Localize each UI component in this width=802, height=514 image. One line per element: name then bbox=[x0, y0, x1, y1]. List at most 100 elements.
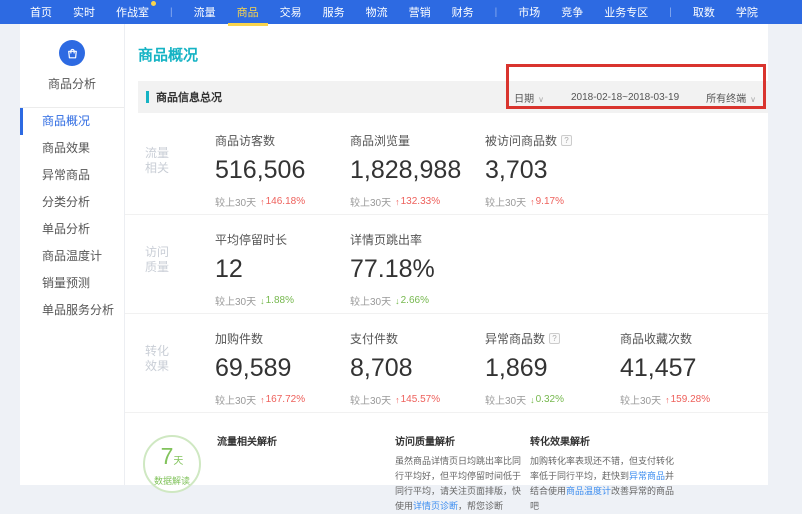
metric-compare: 较上30天 ↓2.66% bbox=[350, 293, 485, 308]
metric-value: 41,457 bbox=[620, 354, 755, 383]
group-label-conversion: 转化效果 bbox=[145, 344, 171, 412]
metric-value: 69,589 bbox=[215, 354, 350, 383]
detail-page-diagnosis-link[interactable]: 详情页诊断 bbox=[413, 501, 458, 511]
metric-label: 详情页跳出率 bbox=[350, 231, 422, 248]
metric-value: 8,708 bbox=[350, 354, 485, 383]
nav-separator: | bbox=[669, 7, 672, 18]
sidebar-item-single-product-analysis[interactable]: 单品分析 bbox=[20, 216, 124, 243]
compare-label: 较上30天 bbox=[350, 293, 391, 308]
nav-item-label: 作战室 bbox=[116, 7, 149, 19]
sidebar: 商品分析 商品概况 商品效果 异常商品 分类分析 单品分析 商品温度计 销量预测… bbox=[20, 24, 125, 485]
metric-compare: 较上30天 ↑145.57% bbox=[350, 392, 485, 407]
metric-compare: 较上30天 ↓0.32% bbox=[485, 392, 620, 407]
help-icon[interactable]: ? bbox=[561, 135, 572, 146]
sidebar-item-product-effect[interactable]: 商品效果 bbox=[20, 135, 124, 162]
sidebar-item-sales-forecast[interactable]: 销量预测 bbox=[20, 270, 124, 297]
nav-item-market[interactable]: 市场 bbox=[518, 4, 540, 20]
metric-label: 商品访客数 bbox=[215, 132, 275, 149]
product-analysis-icon bbox=[59, 40, 85, 66]
metric-cart-adds: 加购件数 69,589 较上30天 ↑167.72% bbox=[215, 330, 350, 412]
badge-unit: 天 bbox=[173, 456, 183, 467]
insight-title: 转化效果解析 bbox=[530, 433, 678, 448]
trend-up-icon: ↑ bbox=[395, 395, 400, 405]
date-range-picker[interactable]: 2018-02-18~2018-03-19 bbox=[571, 92, 679, 103]
compare-label: 较上30天 bbox=[215, 392, 256, 407]
insight-title: 流量相关解析 bbox=[217, 433, 339, 448]
compare-label: 较上30天 bbox=[620, 392, 661, 407]
trend-up-icon: ↑ bbox=[395, 197, 400, 207]
nav-item-business-zone[interactable]: 业务专区 bbox=[604, 4, 648, 20]
nav-item-marketing[interactable]: 营销 bbox=[409, 4, 431, 20]
data-interpretation-badge: 7天 数据解读 bbox=[143, 435, 201, 493]
nav-item-realtime[interactable]: 实时 bbox=[73, 4, 95, 20]
date-type-dropdown[interactable]: 日期∨ bbox=[514, 90, 544, 105]
metric-paid-items: 支付件数 8,708 较上30天 ↑145.57% bbox=[350, 330, 485, 412]
section-accent-bar bbox=[146, 91, 149, 103]
metric-label: 被访问商品数 bbox=[485, 132, 557, 149]
sidebar-item-product-overview[interactable]: 商品概况 bbox=[20, 108, 124, 135]
trend-up-icon: ↑ bbox=[260, 197, 265, 207]
nav-item-logistics[interactable]: 物流 bbox=[366, 4, 388, 20]
delta-value: 167.72% bbox=[266, 394, 305, 405]
nav-item-academy[interactable]: 学院 bbox=[736, 4, 758, 20]
metric-compare: 较上30天 ↑159.28% bbox=[620, 392, 755, 407]
nav-item-competition[interactable]: 竞争 bbox=[561, 4, 583, 20]
section-header: 商品信息总况 日期∨ 2018-02-18~2018-03-19 所有终端∨ bbox=[138, 81, 768, 113]
insight-text: ，帮您诊断 bbox=[458, 501, 503, 511]
insight-body: 加购转化率表现还不错，但支付转化率低于同行平均，赶快到异常商品并结合使用商品温度… bbox=[530, 454, 678, 514]
badge-caption: 数据解读 bbox=[145, 474, 199, 487]
metric-detail-bounce-rate: 详情页跳出率 77.18% 较上30天 ↓2.66% bbox=[350, 231, 485, 313]
nav-item-data-extract[interactable]: 取数 bbox=[693, 4, 715, 20]
metric-label: 异常商品数 bbox=[485, 330, 545, 347]
trend-up-icon: ↑ bbox=[530, 197, 535, 207]
metric-visited-products: 被访问商品数? 3,703 较上30天 ↑9.17% bbox=[485, 132, 620, 214]
abnormal-products-link[interactable]: 异常商品 bbox=[629, 471, 665, 481]
delta-value: 145.57% bbox=[401, 394, 440, 405]
nav-item-traffic[interactable]: 流量 bbox=[194, 4, 216, 20]
sidebar-item-single-product-service[interactable]: 单品服务分析 bbox=[20, 297, 124, 324]
insight-title: 访问质量解析 bbox=[395, 433, 525, 448]
delta-value: 1.88% bbox=[266, 295, 294, 306]
nav-item-products[interactable]: 商品 bbox=[237, 4, 259, 20]
metric-avg-stay-time: 平均停留时长 12 较上30天 ↓1.88% bbox=[215, 231, 350, 313]
trend-up-icon: ↑ bbox=[260, 395, 265, 405]
metric-compare: 较上30天 ↓1.88% bbox=[215, 293, 350, 308]
sidebar-item-abnormal-products[interactable]: 异常商品 bbox=[20, 162, 124, 189]
nav-item-home[interactable]: 首页 bbox=[30, 4, 52, 20]
notification-dot-icon bbox=[151, 1, 156, 6]
metric-product-visitors: 商品访客数 516,506 较上30天 ↑146.18% bbox=[215, 132, 350, 214]
sidebar-item-category-analysis[interactable]: 分类分析 bbox=[20, 189, 124, 216]
nav-item-war-room[interactable]: 作战室 bbox=[116, 4, 149, 20]
insights-section: 7天 数据解读 流量相关解析 访问质量解析 虽然商品详情页日均跳出率比同行平均好… bbox=[125, 413, 768, 489]
metric-label: 商品收藏次数 bbox=[620, 330, 692, 347]
metrics-row-conversion: 转化效果 加购件数 69,589 较上30天 ↑167.72% 支付件数 8,7… bbox=[125, 314, 768, 413]
nav-item-service[interactable]: 服务 bbox=[323, 4, 345, 20]
metric-value: 77.18% bbox=[350, 255, 485, 284]
help-icon[interactable]: ? bbox=[549, 333, 560, 344]
metric-value: 1,869 bbox=[485, 354, 620, 383]
terminal-dropdown[interactable]: 所有终端∨ bbox=[706, 90, 756, 105]
main-content: 商品概况 商品信息总况 日期∨ 2018-02-18~2018-03-19 所有… bbox=[125, 24, 768, 485]
compare-label: 较上30天 bbox=[485, 194, 526, 209]
compare-label: 较上30天 bbox=[350, 194, 391, 209]
sidebar-item-product-thermometer[interactable]: 商品温度计 bbox=[20, 243, 124, 270]
chevron-down-icon: ∨ bbox=[538, 95, 544, 104]
chevron-down-icon: ∨ bbox=[750, 95, 756, 104]
compare-label: 较上30天 bbox=[215, 293, 256, 308]
nav-separator: | bbox=[170, 7, 173, 18]
group-label-quality: 访问质量 bbox=[145, 245, 171, 313]
metric-label: 商品浏览量 bbox=[350, 132, 410, 149]
trend-down-icon: ↓ bbox=[260, 296, 265, 306]
product-thermometer-link[interactable]: 商品温度计 bbox=[566, 486, 611, 496]
top-nav: 首页 实时 作战室 | 流量 商品 交易 服务 物流 营销 财务 | 市场 竞争… bbox=[0, 0, 802, 24]
nav-separator: | bbox=[495, 7, 498, 18]
nav-item-trade[interactable]: 交易 bbox=[280, 4, 302, 20]
metric-value: 1,828,988 bbox=[350, 156, 485, 185]
insight-conversion: 转化效果解析 加购转化率表现还不错，但支付转化率低于同行平均，赶快到异常商品并结… bbox=[530, 433, 678, 514]
metrics-panel: 流量相关 商品访客数 516,506 较上30天 ↑146.18% 商品浏览量 … bbox=[125, 116, 768, 413]
metric-product-pageviews: 商品浏览量 1,828,988 较上30天 ↑132.33% bbox=[350, 132, 485, 214]
delta-value: 0.32% bbox=[536, 394, 564, 405]
nav-item-finance[interactable]: 财务 bbox=[452, 4, 474, 20]
delta-value: 146.18% bbox=[266, 196, 305, 207]
insight-body: 虽然商品详情页日均跳出率比同行平均好，但平均停留时间低于同行平均，请关注页面排版… bbox=[395, 454, 525, 514]
